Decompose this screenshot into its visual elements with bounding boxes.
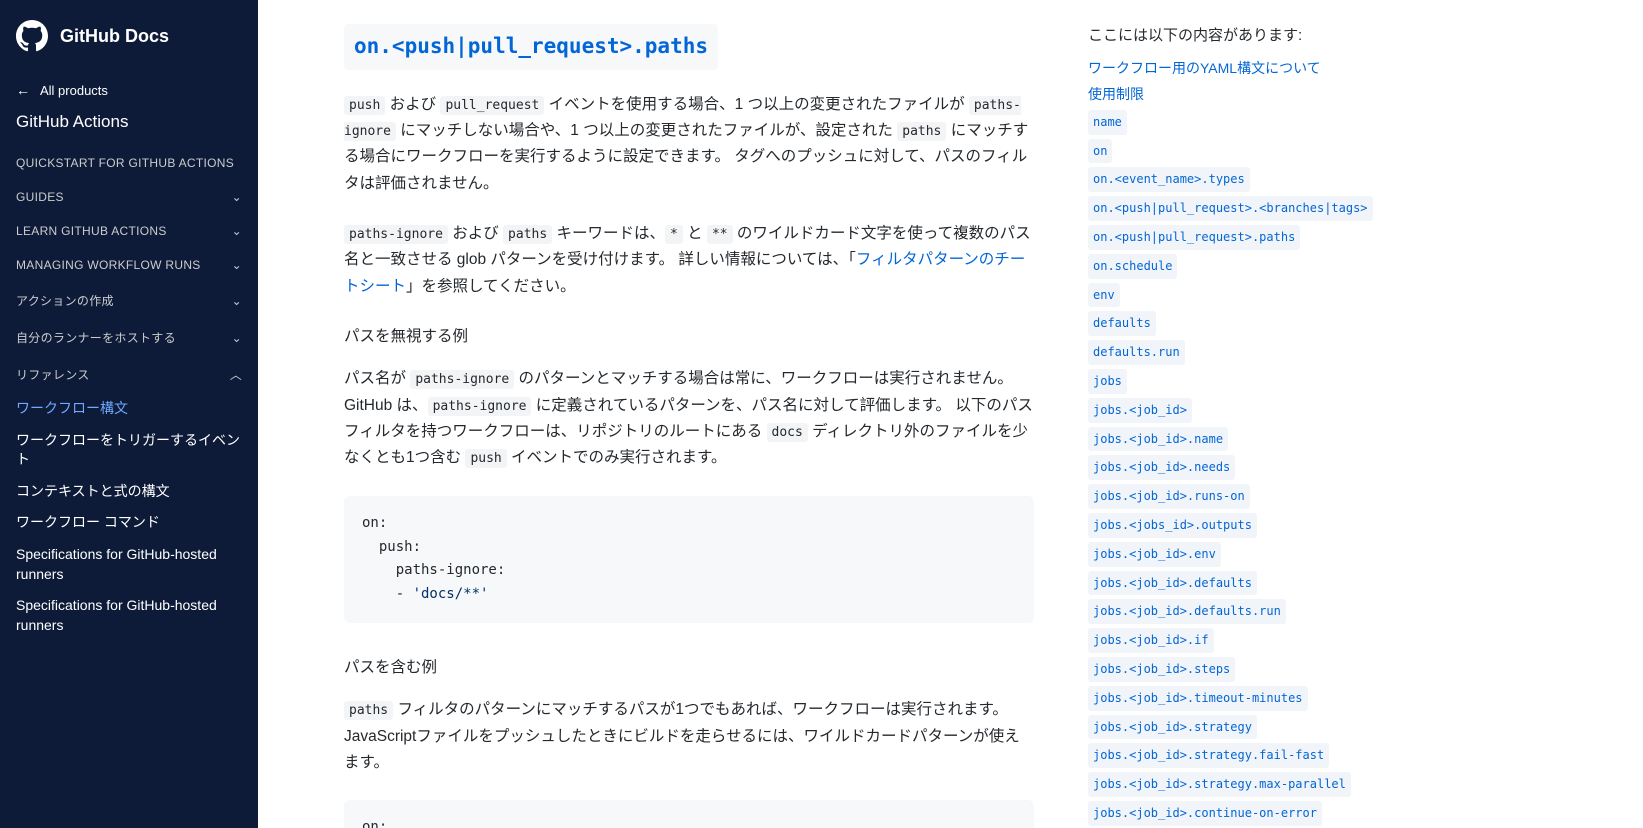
product-title[interactable]: GitHub Actions	[0, 104, 258, 146]
toc-code-link[interactable]: on.<event_name>.types	[1088, 167, 1250, 192]
nav-sub-workflow-commands[interactable]: ワークフロー コマンド	[0, 507, 258, 539]
paragraph-3: パス名が paths-ignore のパターンとマッチする場合は常に、ワークフロ…	[344, 366, 1034, 471]
toc-code-link[interactable]: jobs.<job_id>.strategy.max-parallel	[1088, 772, 1351, 797]
toc-code-link[interactable]: defaults.run	[1088, 340, 1185, 365]
code-push: push	[344, 96, 385, 115]
code-pull-request: pull_request	[440, 96, 544, 115]
nav-sub-workflow-syntax[interactable]: ワークフロー構文	[0, 393, 258, 425]
toc-code-link[interactable]: on.<push|pull_request>.<branches|tags>	[1088, 196, 1373, 221]
paragraph-4: paths フィルタのパターンにマッチするパスが1つでもあれば、ワークフローは実…	[344, 697, 1034, 776]
arrow-left-icon: ←	[16, 82, 30, 98]
toc-code-link[interactable]: jobs.<job_id>.timeout-minutes	[1088, 686, 1308, 711]
nav-section-guides[interactable]: GUIDES ⌄	[0, 180, 258, 214]
paragraph-2: paths-ignore および paths キーワードは、* と ** のワイ…	[344, 221, 1034, 300]
toc-code-link[interactable]: defaults	[1088, 311, 1156, 336]
code-paths: paths	[897, 122, 946, 141]
nav-sub-spec-hosted-2[interactable]: Specifications for GitHub-hosted runners	[0, 590, 258, 641]
toc-code-link[interactable]: on.schedule	[1088, 254, 1177, 279]
code-paths-ignore: paths-ignore	[344, 225, 448, 244]
nav-section-create-actions[interactable]: アクションの作成 ⌄	[0, 282, 258, 319]
toc-code-link[interactable]: jobs.<job_id>.steps	[1088, 657, 1235, 682]
all-products-link[interactable]: ← All products	[0, 76, 258, 104]
chevron-down-icon: ⌄	[232, 224, 242, 238]
nav-section-managing[interactable]: MANAGING WORKFLOW RUNS ⌄	[0, 248, 258, 282]
paragraph-1: push および pull_request イベントを使用する場合、1 つ以上の…	[344, 92, 1034, 197]
subhead-ignore: パスを無視する例	[344, 324, 1034, 350]
nav-sub-context-expr[interactable]: コンテキストと式の構文	[0, 476, 258, 508]
toc-code-link[interactable]: jobs.<job_id>.name	[1088, 427, 1228, 452]
article-content: on.<push|pull_request>.paths push および pu…	[258, 0, 1078, 828]
toc-code-link[interactable]: jobs.<job_id>.defaults.run	[1088, 599, 1286, 624]
nav-sub-spec-hosted-1[interactable]: Specifications for GitHub-hosted runners	[0, 539, 258, 590]
nav-section-learn[interactable]: LEARN GITHUB ACTIONS ⌄	[0, 214, 258, 248]
all-products-label: All products	[40, 83, 108, 98]
section-heading: on.<push|pull_request>.paths	[344, 24, 718, 70]
nav-sub-trigger-events[interactable]: ワークフローをトリガーするイベント	[0, 425, 258, 476]
code-star: *	[665, 225, 683, 244]
chevron-up-icon: ︿	[230, 366, 242, 383]
nav-section-reference[interactable]: リファレンス ︿	[0, 356, 258, 393]
toc-code-link[interactable]: jobs.<job_id>.defaults	[1088, 571, 1257, 596]
toc-code-link[interactable]: jobs.<job_id>.strategy.fail-fast	[1088, 743, 1329, 768]
code-docs: docs	[767, 423, 808, 442]
toc-code-link[interactable]: jobs.<job_id>.if	[1088, 628, 1214, 653]
toc-code-link[interactable]: jobs.<jobs_id>.outputs	[1088, 513, 1257, 538]
toc-code-link[interactable]: jobs.<job_id>.continue-on-error	[1088, 801, 1322, 826]
code-paths-ignore: paths-ignore	[428, 397, 532, 416]
toc-code-link[interactable]: jobs.<job_id>.env	[1088, 542, 1221, 567]
toc-code-link[interactable]: env	[1088, 283, 1120, 308]
code-paths: paths	[344, 701, 393, 720]
toc-code-link[interactable]: name	[1088, 110, 1127, 135]
sidebar: GitHub Docs ← All products GitHub Action…	[0, 0, 258, 828]
toc-title: ここには以下の内容があります:	[1088, 24, 1418, 45]
code-block-ignore: on: push: paths-ignore: - 'docs/**'	[344, 496, 1034, 623]
toc-code-link[interactable]: on.<push|pull_request>.paths	[1088, 225, 1300, 250]
toc-link-usage-limits[interactable]: 使用制限	[1088, 81, 1418, 107]
toc-code-link[interactable]: jobs.<job_id>.needs	[1088, 455, 1235, 480]
code-paths: paths	[503, 225, 552, 244]
github-logo-icon	[16, 20, 48, 52]
chevron-down-icon: ⌄	[232, 331, 242, 345]
chevron-down-icon: ⌄	[232, 190, 242, 204]
table-of-contents: ここには以下の内容があります: ワークフロー用のYAML構文について 使用制限 …	[1078, 0, 1438, 828]
subhead-include: パスを含む例	[344, 655, 1034, 681]
brand-title: GitHub Docs	[60, 26, 169, 47]
toc-link-yaml-about[interactable]: ワークフロー用のYAML構文について	[1088, 55, 1418, 81]
toc-code-link[interactable]: jobs.<job_id>.strategy	[1088, 715, 1257, 740]
toc-code-link[interactable]: jobs.<job_id>	[1088, 398, 1192, 423]
main: on.<push|pull_request>.paths push および pu…	[258, 0, 1643, 828]
code-paths-ignore: paths-ignore	[410, 370, 514, 389]
nav-section-self-hosted[interactable]: 自分のランナーをホストする ⌄	[0, 319, 258, 356]
nav-quickstart[interactable]: QUICKSTART FOR GITHUB ACTIONS	[0, 146, 258, 180]
code-double-star: **	[707, 225, 733, 244]
chevron-down-icon: ⌄	[232, 294, 242, 308]
toc-code-link[interactable]: on	[1088, 139, 1112, 164]
toc-code-link[interactable]: jobs	[1088, 369, 1127, 394]
code-block-include: on: push: paths: - '**.js'	[344, 800, 1034, 828]
sidebar-header[interactable]: GitHub Docs	[0, 0, 258, 76]
code-push: push	[465, 449, 506, 468]
chevron-down-icon: ⌄	[232, 258, 242, 272]
toc-code-link[interactable]: jobs.<job_id>.runs-on	[1088, 484, 1250, 509]
